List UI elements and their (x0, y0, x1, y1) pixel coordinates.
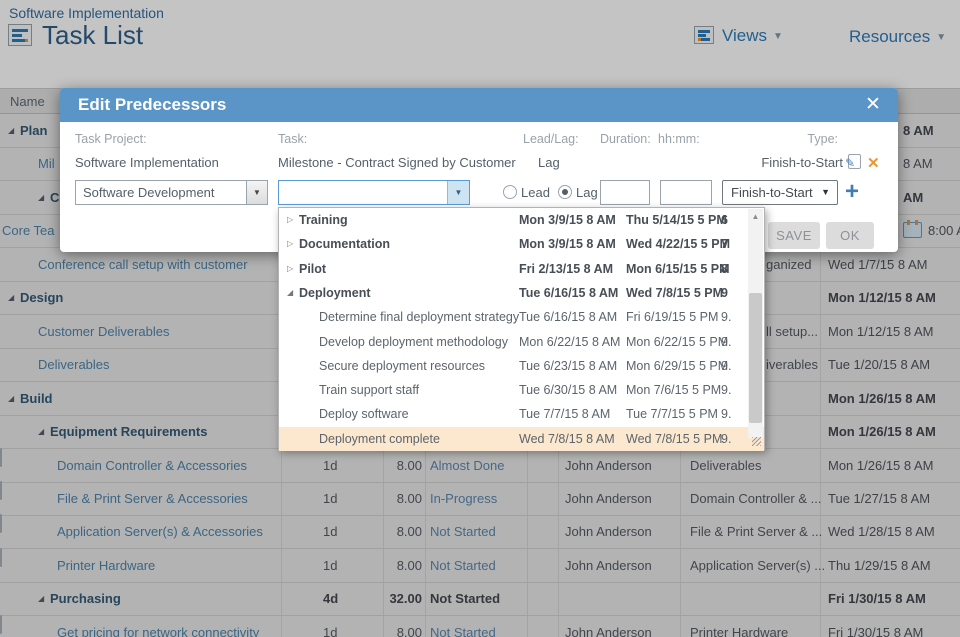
dropdown-task-option[interactable]: Deploy software Tue 7/7/15 8 AM Tue 7/7/15… (279, 402, 764, 426)
dropdown-scrollbar[interactable]: ▲ (748, 209, 763, 438)
scroll-up-arrow-icon[interactable]: ▲ (748, 209, 763, 225)
tree-expand-icon[interactable]: ◢ (287, 281, 293, 305)
dropdown-task-option[interactable]: Determine final deployment strategyTue 6… (279, 305, 764, 329)
option-task-name: Deployment complete (319, 427, 440, 451)
option-end-date: Mon 6/22/15 5 PM (626, 330, 728, 354)
current-type: Finish-to-Start (660, 155, 843, 170)
scrollbar-thumb[interactable] (749, 293, 762, 423)
option-end-date: Fri 6/19/15 5 PM (626, 305, 718, 329)
tree-collapse-icon[interactable]: ▷ (287, 208, 293, 232)
option-start-date: Mon 6/22/15 8 AM (519, 330, 620, 354)
option-end-date: Mon 7/6/15 5 PM (626, 378, 721, 402)
option-wbs-number: 9. (721, 305, 741, 329)
option-wbs-number: 7 (721, 232, 741, 256)
task-dropdown-list: ▷TrainingMon 3/9/15 8 AMThu 5/14/15 5 PM… (278, 207, 765, 450)
option-wbs-number: 9. (721, 402, 741, 426)
option-end-date: Mon 6/29/15 5 PM (626, 354, 728, 378)
duration-label: Duration: (600, 132, 651, 146)
option-task-name: Train support staff (319, 378, 419, 402)
app-window: Software Implementation Task List Views▼… (0, 0, 960, 637)
type-select[interactable]: Finish-to-Start ▼ (722, 180, 838, 205)
option-start-date: Tue 6/16/15 8 AM (519, 281, 618, 305)
option-start-date: Tue 7/7/15 8 AM (519, 402, 610, 426)
option-wbs-number: 9. (721, 427, 741, 451)
option-task-name: Documentation (299, 232, 390, 256)
option-start-date: Wed 7/8/15 8 AM (519, 427, 615, 451)
option-end-date: Mon 6/15/15 5 PM (626, 257, 730, 281)
option-end-date: Thu 5/14/15 5 PM (626, 208, 727, 232)
task-project-select-value: Software Development (83, 181, 215, 204)
chevron-down-icon: ▼ (821, 181, 830, 204)
option-task-name: Secure deployment resources (319, 354, 485, 378)
type-select-value: Finish-to-Start (731, 181, 813, 204)
dropdown-task-option[interactable]: Train support staff Tue 6/30/15 8 AM Mon 7… (279, 378, 764, 402)
duration-input[interactable] (600, 180, 650, 205)
option-task-name: Pilot (299, 257, 326, 281)
current-task-project: Software Implementation (75, 155, 219, 170)
lead-radio[interactable] (503, 185, 517, 199)
option-task-name: Determine final deployment strategy (319, 305, 519, 329)
task-combobox-input[interactable] (279, 181, 447, 204)
dropdown-task-option[interactable]: ▷Training Mon 3/9/15 8 AM Thu 5/14/15 5 PM… (279, 208, 764, 232)
option-task-name: Deploy software (319, 402, 409, 426)
option-wbs-number: 9. (721, 378, 741, 402)
option-start-date: Mon 3/9/15 8 AM (519, 208, 616, 232)
ok-button[interactable]: OK (826, 222, 874, 249)
hhmm-label: hh:mm: (658, 132, 700, 146)
option-wbs-number: 6 (721, 208, 741, 232)
save-button[interactable]: SAVE (768, 222, 820, 249)
task-project-label: Task Project: (75, 132, 147, 146)
task-combobox[interactable]: ▼ (278, 180, 470, 205)
lead-lag-label: Lead/Lag: (523, 132, 579, 146)
current-lead-lag: Lag (538, 155, 560, 170)
type-label: Type: (760, 132, 838, 146)
dropdown-task-option[interactable]: ▷Pilot Fri 2/13/15 8 AM Mon 6/15/15 5 PM8 (279, 257, 764, 281)
task-label: Task: (278, 132, 307, 146)
close-icon[interactable]: ✕ (860, 92, 886, 118)
dropdown-task-option[interactable]: Deployment complete Wed 7/8/15 8 AM Wed 7/… (279, 427, 764, 451)
dialog-title: Edit Predecessors (78, 88, 226, 122)
option-start-date: Fri 2/13/15 8 AM (519, 257, 613, 281)
edit-predecessor-icon[interactable] (848, 154, 861, 169)
option-end-date: Wed 7/8/15 5 PM (626, 427, 722, 451)
option-end-date: Tue 7/7/15 5 PM (626, 402, 718, 426)
option-start-date: Tue 6/16/15 8 AM (519, 305, 617, 329)
plus-icon[interactable]: + (845, 178, 859, 206)
option-wbs-number: 9 (721, 281, 741, 305)
dropdown-task-option[interactable]: ▷Documentation Mon 3/9/15 8 AM Wed 4/22/15… (279, 232, 764, 256)
delete-x-icon[interactable]: ✕ (867, 154, 880, 172)
dropdown-task-option[interactable]: ◢Deployment Tue 6/16/15 8 AM Wed 7/8/15 5 … (279, 281, 764, 305)
chevron-down-icon: ▼ (246, 181, 267, 204)
dropdown-task-option[interactable]: Develop deployment methodology Mon 6/22/1… (279, 330, 764, 354)
option-wbs-number: 8 (721, 257, 741, 281)
current-task: Milestone - Contract Signed by Customer (278, 155, 516, 170)
option-start-date: Mon 3/9/15 8 AM (519, 232, 616, 256)
option-task-name: Training (299, 208, 348, 232)
option-end-date: Wed 7/8/15 5 PM (626, 281, 723, 305)
lag-radio[interactable] (558, 185, 572, 199)
dialog-header: Edit Predecessors ✕ (60, 88, 898, 122)
dropdown-task-option[interactable]: Secure deployment resources Tue 6/23/15 8… (279, 354, 764, 378)
option-wbs-number: 9. (721, 354, 741, 378)
option-task-name: Deployment (299, 281, 371, 305)
option-start-date: Tue 6/23/15 8 AM (519, 354, 617, 378)
lag-radio-label: Lag (576, 180, 598, 205)
option-end-date: Wed 4/22/15 5 PM (626, 232, 730, 256)
tree-collapse-icon[interactable]: ▷ (287, 232, 293, 256)
option-start-date: Tue 6/30/15 8 AM (519, 378, 617, 402)
chevron-down-icon[interactable]: ▼ (447, 181, 469, 204)
option-task-name: Develop deployment methodology (319, 330, 508, 354)
hhmm-input[interactable] (660, 180, 712, 205)
lead-radio-label: Lead (521, 180, 550, 205)
option-wbs-number: 9. (721, 330, 741, 354)
tree-collapse-icon[interactable]: ▷ (287, 257, 293, 281)
resize-grip-icon[interactable] (752, 437, 761, 446)
task-project-select[interactable]: Software Development ▼ (75, 180, 268, 205)
